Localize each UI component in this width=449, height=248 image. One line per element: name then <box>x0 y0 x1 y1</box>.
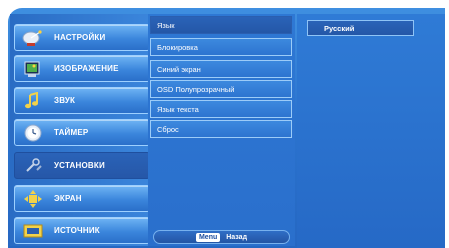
sidebar-item-label: УСТАНОВКИ <box>54 161 105 170</box>
submenu-item-label: Блокировка <box>157 42 198 52</box>
submenu-item-lock[interactable]: Блокировка <box>150 38 292 56</box>
back-label: Назад <box>226 233 248 241</box>
music-note-icon <box>21 91 45 111</box>
source-input-icon <box>21 221 45 241</box>
submenu-item-label: Язык <box>157 20 175 30</box>
sidebar-item-label: НАСТРОЙКИ <box>54 33 106 42</box>
submenu-item-label: OSD Полупрозрачный <box>157 84 235 94</box>
submenu-item-label: Язык текста <box>157 104 199 114</box>
sidebar-item-label: ИСТОЧНИК <box>54 226 100 235</box>
submenu-item-blue-screen[interactable]: Синий экран <box>150 60 292 78</box>
footer-hint-bar: Menu Назад <box>153 230 290 244</box>
option-label: Русский <box>324 23 355 33</box>
menu-key[interactable]: Menu <box>195 232 221 242</box>
submenu-item-label: Синий экран <box>157 64 201 74</box>
submenu-item-language[interactable]: Язык <box>150 16 292 34</box>
submenu-item-osd-transparency[interactable]: OSD Полупрозрачный <box>150 80 292 98</box>
option-value-russian[interactable]: Русский <box>307 20 414 36</box>
submenu-panel: Язык Блокировка Синий экран OSD Полупроз… <box>148 14 295 246</box>
submenu-item-label: Сброс <box>157 124 179 134</box>
sidebar-item-sound[interactable]: ЗВУК <box>14 87 150 114</box>
tv-osd-screen: НАСТРОЙКИ ИЗОБРАЖЕНИЕ ЗВУК ТАЙМЕР УСТАНО… <box>0 0 449 248</box>
submenu-item-text-language[interactable]: Язык текста <box>150 100 292 118</box>
sidebar-item-picture[interactable]: ИЗОБРАЖЕНИЕ <box>14 55 150 82</box>
sidebar-item-timer[interactable]: ТАЙМЕР <box>14 119 150 146</box>
sidebar-item-source[interactable]: ИСТОЧНИК <box>14 217 150 244</box>
sidebar-item-setup[interactable]: УСТАНОВКИ <box>14 152 150 179</box>
sidebar-item-label: ЭКРАН <box>54 194 82 203</box>
clock-icon <box>21 123 45 143</box>
picture-icon <box>21 59 45 79</box>
satellite-dish-icon <box>21 28 45 48</box>
submenu-item-reset[interactable]: Сброс <box>150 120 292 138</box>
screen-arrows-icon <box>21 189 45 209</box>
sidebar: НАСТРОЙКИ ИЗОБРАЖЕНИЕ ЗВУК ТАЙМЕР УСТАНО… <box>10 14 153 246</box>
sidebar-item-label: ЗВУК <box>54 96 76 105</box>
sidebar-item-screen[interactable]: ЭКРАН <box>14 185 150 212</box>
options-panel: Русский <box>297 14 445 248</box>
settings-tools-icon <box>21 156 45 176</box>
sidebar-item-label: ТАЙМЕР <box>54 128 89 137</box>
sidebar-item-settings[interactable]: НАСТРОЙКИ <box>14 24 150 51</box>
sidebar-item-label: ИЗОБРАЖЕНИЕ <box>54 64 119 73</box>
